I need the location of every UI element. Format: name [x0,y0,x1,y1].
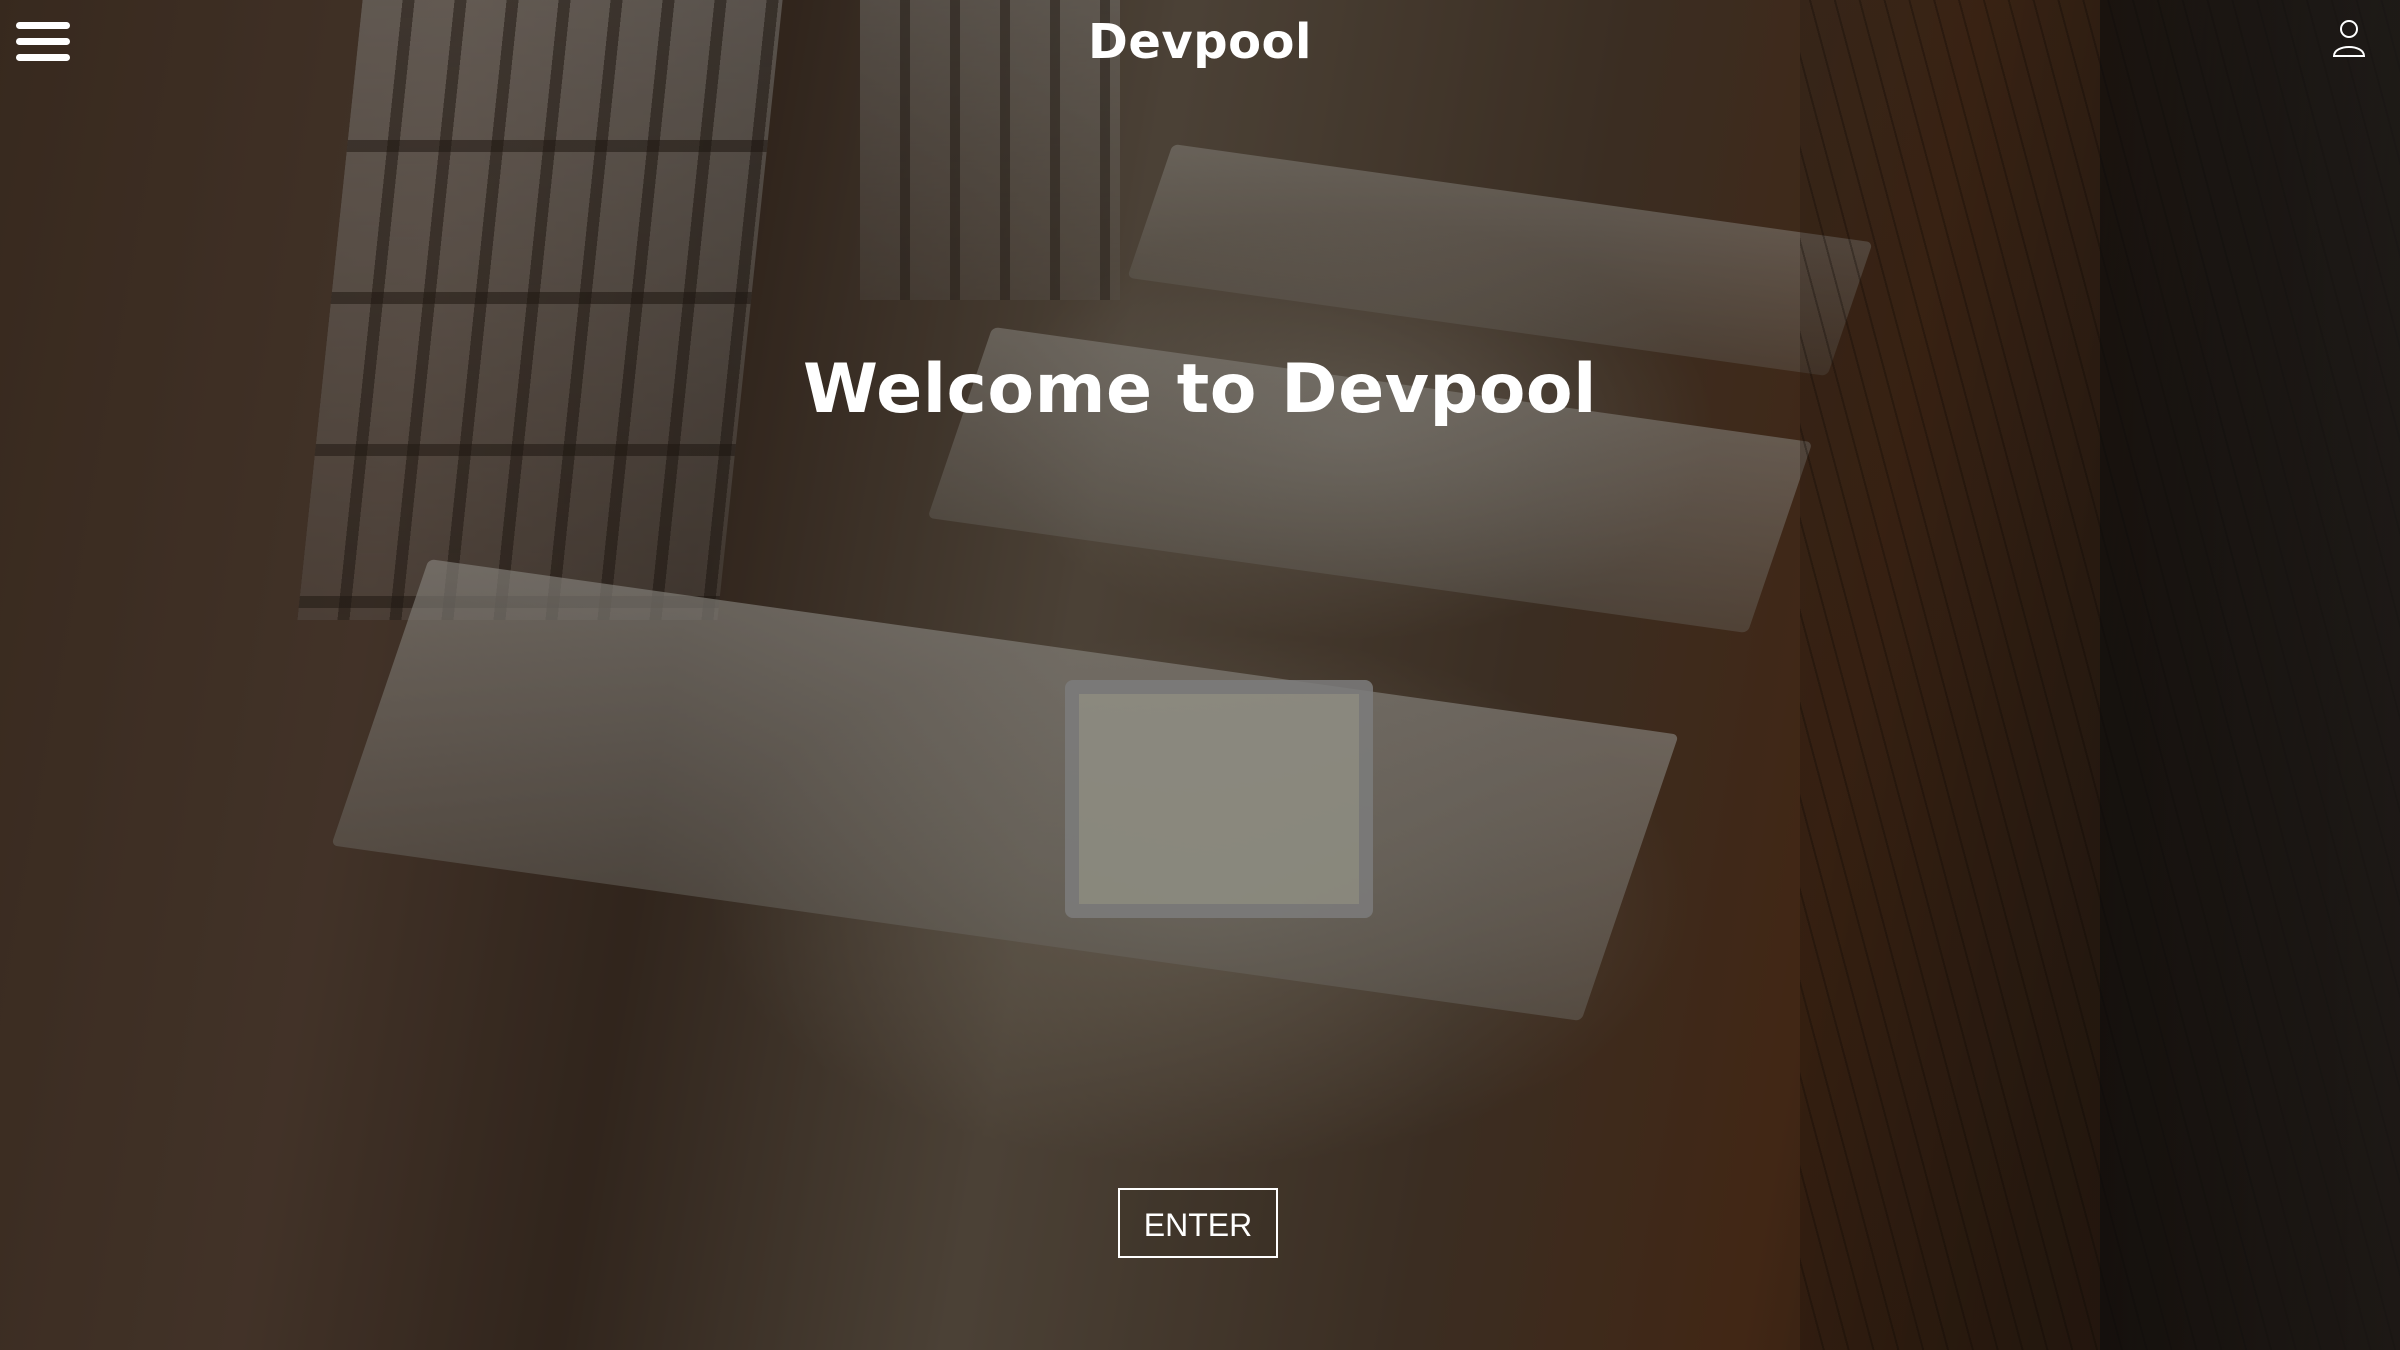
landing-page: Devpool Welcome to Devpool ENTER [0,0,2400,1350]
dark-overlay [0,0,2400,1350]
enter-button[interactable]: ENTER [1118,1188,1278,1258]
welcome-headline: Welcome to Devpool [803,350,1597,429]
brand-title: Devpool [1088,14,1312,70]
user-icon[interactable] [2332,18,2366,58]
